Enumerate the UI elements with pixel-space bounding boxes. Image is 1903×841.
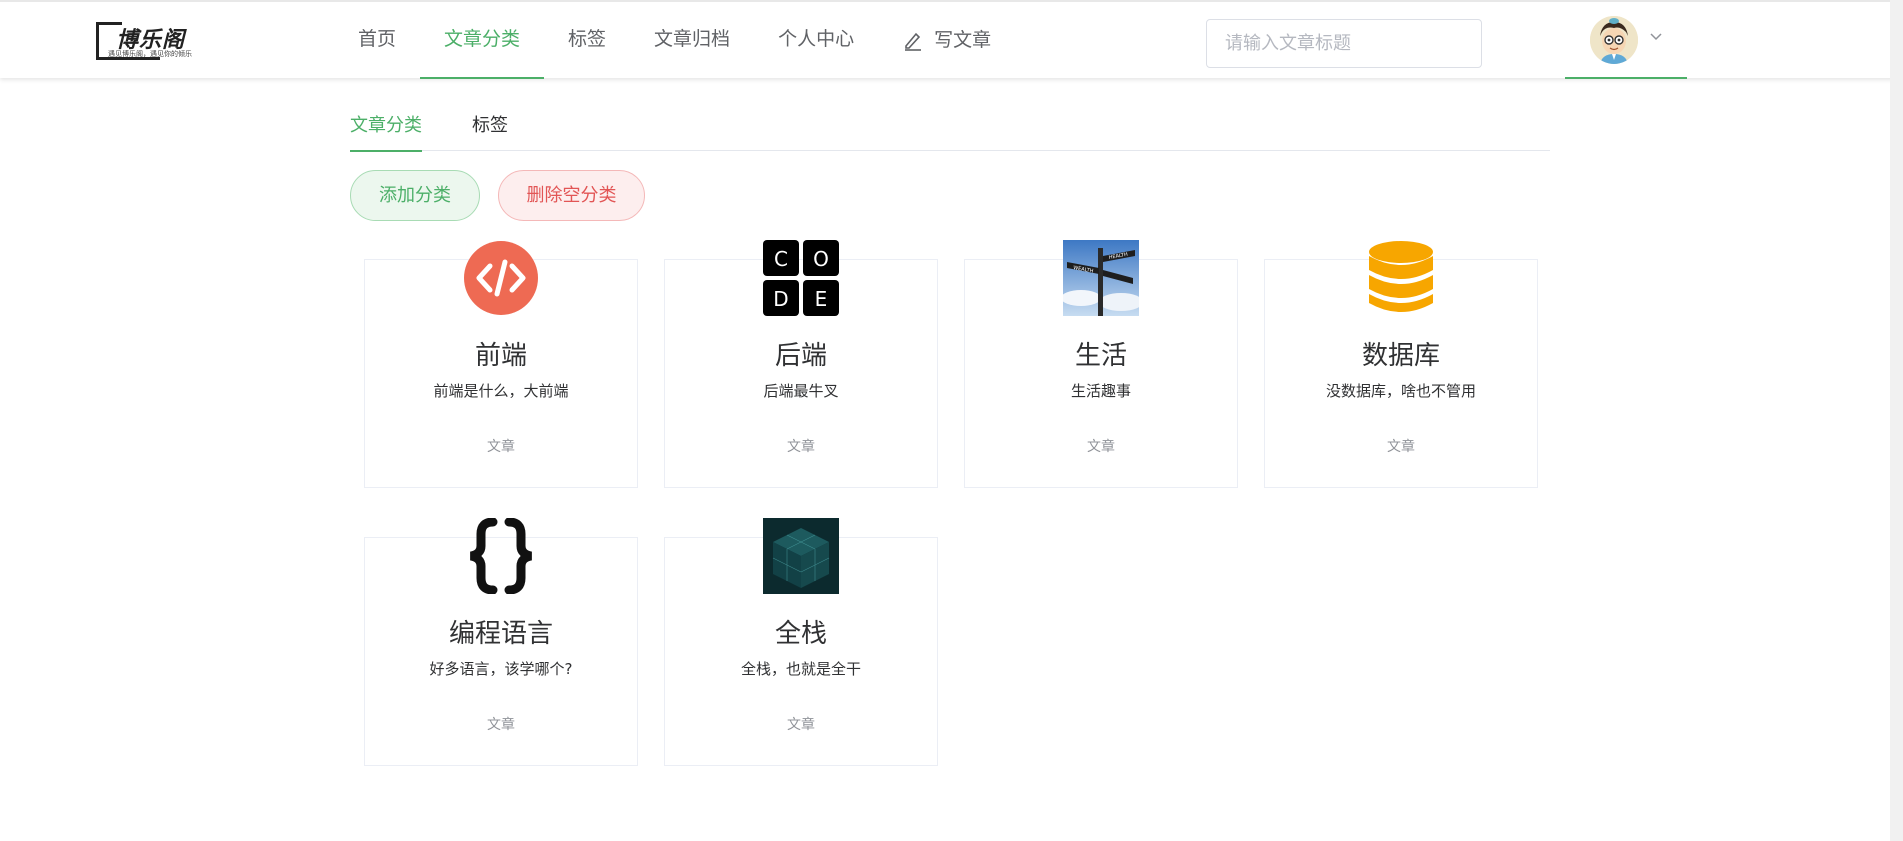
category-name: 前端 [474,341,527,371]
curly-braces-icon [463,517,539,595]
category-card-database[interactable]: 数据库 没数据库，啥也不管用 文章 [1264,241,1538,488]
pen-icon [905,32,922,51]
search-input[interactable] [1206,19,1482,68]
svg-text:C: C [774,247,788,271]
main-nav: 首页 文章分类 标签 文章归档 个人中心 写文章 [334,2,1015,79]
category-name: 数据库 [1361,341,1440,371]
category-name: 生活 [1074,341,1127,371]
category-meta: 文章 [487,717,515,733]
category-card-backend[interactable]: C O D E 后端 后端最牛叉 文章 [664,240,938,488]
chevron-down-icon[interactable] [1649,32,1663,42]
site-logo[interactable]: 博乐阁 遇见博乐阁，遇见你的倾乐 [96,22,212,60]
code-tiles-icon: C O D E [763,240,839,316]
category-meta: 文章 [1087,439,1115,455]
category-desc: 前端是什么，大前端 [433,382,569,400]
category-desc: 没数据库，啥也不管用 [1325,382,1476,400]
category-card-languages[interactable]: 编程语言 好多语言，该学哪个? 文章 [364,517,638,766]
nav-write-label: 写文章 [934,29,992,51]
category-card-frontend[interactable]: 前端 前端是什么，大前端 文章 [364,241,638,488]
category-desc: 全栈，也就是全干 [740,660,861,678]
top-navbar: 博乐阁 遇见博乐阁，遇见你的倾乐 首页 文章分类 标签 文章归档 个人中心 写文… [0,0,1903,79]
tab-tags[interactable]: 标签 [472,108,508,151]
category-name: 编程语言 [448,619,553,649]
tab-categories[interactable]: 文章分类 [350,108,422,152]
svg-text:O: O [813,247,829,271]
nav-write-article[interactable]: 写文章 [878,2,1015,78]
svg-text:E: E [815,287,828,311]
svg-text:D: D [773,287,788,311]
category-name: 后端 [774,341,827,371]
user-menu[interactable] [1565,2,1687,79]
category-meta: 文章 [787,717,815,733]
nav-home[interactable]: 首页 [334,2,420,78]
category-meta: 文章 [487,439,515,455]
logo-subtitle: 遇见博乐阁，遇见你的倾乐 [108,50,192,58]
signpost-icon: WEALTH HEALTH [1061,240,1143,316]
code-brackets-icon [463,240,539,316]
nav-profile[interactable]: 个人中心 [754,2,878,78]
add-category-button[interactable]: 添加分类 [350,170,480,221]
nav-categories[interactable]: 文章分类 [420,2,545,79]
category-desc: 好多语言，该学哪个? [429,660,573,678]
page-scrollbar[interactable] [1890,0,1903,841]
content-tabs: 文章分类 标签 [350,108,1550,152]
database-icon [1363,240,1439,316]
nav-tags[interactable]: 标签 [544,2,630,78]
category-name: 全栈 [774,619,827,649]
cube-icon [763,518,839,594]
delete-empty-categories-button[interactable]: 删除空分类 [498,170,645,221]
category-card-fullstack[interactable]: 全栈 全栈，也就是全干 文章 [664,518,938,766]
category-meta: 文章 [1387,439,1415,455]
category-meta: 文章 [787,439,815,455]
nav-archive[interactable]: 文章归档 [630,2,754,78]
category-desc: 生活趣事 [1070,382,1131,400]
category-card-life[interactable]: WEALTH HEALTH 生活 生活趣事 文章 [964,240,1238,488]
category-desc: 后端最牛叉 [763,382,839,400]
avatar[interactable] [1590,16,1638,64]
